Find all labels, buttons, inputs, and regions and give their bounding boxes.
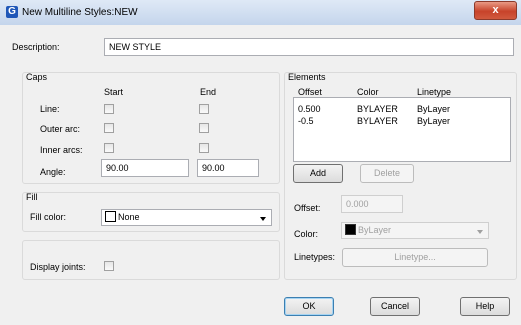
- display-joints-panel: [22, 240, 280, 280]
- linetype-button[interactable]: Linetype...: [342, 248, 488, 267]
- elements-list[interactable]: [293, 97, 511, 162]
- element-offset-input[interactable]: 0.000: [341, 195, 403, 213]
- element-row-1-linetype[interactable]: ByLayer: [417, 104, 450, 114]
- outer-arc-end-checkbox[interactable]: [199, 123, 209, 133]
- elements-offset-header: Offset: [298, 87, 322, 97]
- element-color-dropdown[interactable]: ByLayer: [341, 222, 489, 239]
- caps-inner-arcs-label: Inner arcs:: [40, 145, 83, 155]
- element-row-2-offset[interactable]: -0.5: [298, 116, 314, 126]
- caps-angle-label: Angle:: [40, 167, 66, 177]
- delete-button[interactable]: Delete: [360, 164, 414, 183]
- description-label: Description:: [12, 42, 60, 52]
- element-row-2-color[interactable]: BYLAYER: [357, 116, 398, 126]
- element-color-label: Color:: [294, 229, 319, 239]
- app-icon: G: [6, 6, 18, 18]
- element-row-2-linetype[interactable]: ByLayer: [417, 116, 450, 126]
- caps-end-header: End: [200, 87, 217, 97]
- element-row-1-color[interactable]: BYLAYER: [357, 104, 398, 114]
- title-bar: G New Multiline Styles:NEW x: [0, 0, 521, 26]
- description-input[interactable]: NEW STYLE: [104, 38, 514, 56]
- display-joints-label: Display joints:: [30, 262, 86, 272]
- fill-title: Fill: [26, 192, 38, 202]
- element-color-value: ByLayer: [358, 225, 392, 235]
- add-button[interactable]: Add: [293, 164, 343, 183]
- elements-title: Elements: [288, 72, 326, 82]
- fill-color-dropdown[interactable]: None: [101, 209, 272, 226]
- line-end-checkbox[interactable]: [199, 104, 209, 114]
- fill-color-label: Fill color:: [30, 212, 67, 222]
- elements-linetype-header: Linetype: [417, 87, 452, 97]
- elements-color-header: Color: [357, 87, 379, 97]
- caps-outer-arc-label: Outer arc:: [40, 124, 81, 134]
- chevron-down-icon: [260, 217, 266, 221]
- inner-arcs-start-checkbox[interactable]: [104, 143, 114, 153]
- fill-color-swatch: [105, 211, 116, 222]
- angle-start-input[interactable]: 90.00: [101, 159, 189, 177]
- cancel-button[interactable]: Cancel: [370, 297, 420, 316]
- chevron-down-icon: [477, 230, 483, 234]
- caps-start-header: Start: [104, 87, 124, 97]
- caps-title: Caps: [26, 72, 48, 82]
- inner-arcs-end-checkbox[interactable]: [199, 143, 209, 153]
- fill-color-value: None: [118, 212, 140, 222]
- display-joints-checkbox[interactable]: [104, 261, 114, 271]
- element-offset-label: Offset:: [294, 203, 321, 213]
- window-title: New Multiline Styles:NEW: [22, 7, 138, 18]
- element-row-1-offset[interactable]: 0.500: [298, 104, 321, 114]
- angle-end-input[interactable]: 90.00: [197, 159, 259, 177]
- caps-line-label: Line:: [40, 104, 60, 114]
- close-button[interactable]: x: [474, 1, 517, 20]
- help-button[interactable]: Help: [460, 297, 510, 316]
- element-color-swatch: [345, 224, 356, 235]
- element-linetypes-label: Linetypes:: [294, 252, 336, 262]
- line-start-checkbox[interactable]: [104, 104, 114, 114]
- ok-button[interactable]: OK: [284, 297, 334, 316]
- outer-arc-start-checkbox[interactable]: [104, 123, 114, 133]
